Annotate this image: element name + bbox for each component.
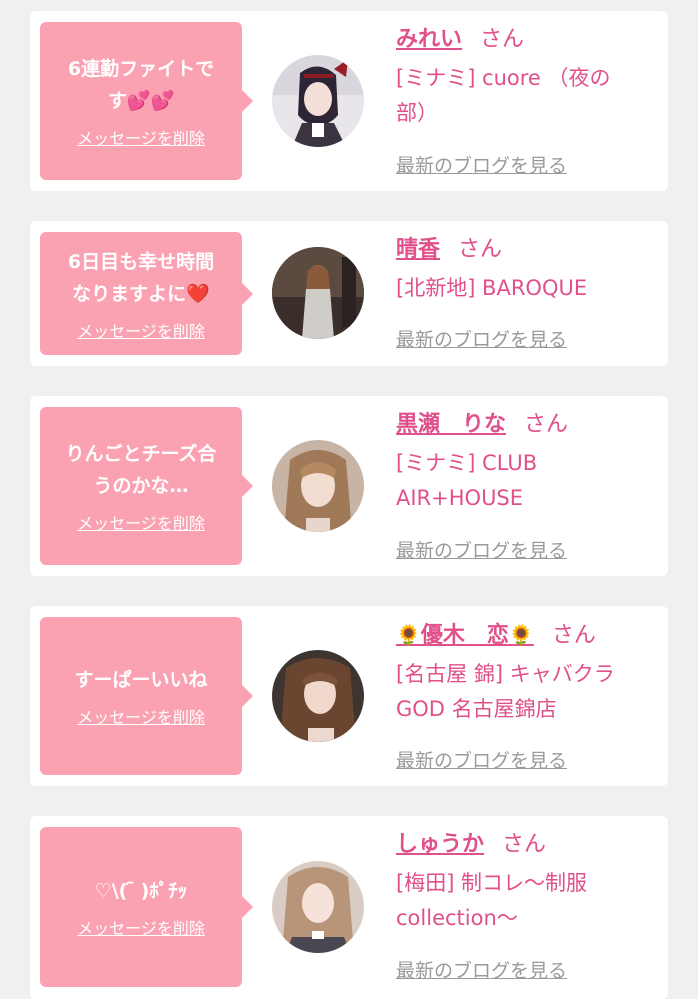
avatar[interactable] [272, 861, 364, 953]
honorific-label: さん [458, 237, 503, 262]
avatar[interactable] [272, 440, 364, 532]
cast-info: みれい さん [ミナミ] cuore （夜の 部） [396, 25, 664, 131]
cast-name-link[interactable]: しゅうか [396, 832, 484, 857]
delete-message-link[interactable]: メッセージを削除 [77, 318, 205, 342]
cast-info: 晴香 さん [北新地] BAROQUE [396, 235, 664, 306]
cast-name-link[interactable]: 🌻優木 恋🌻 [396, 623, 534, 648]
message-text: 6連勤ファイトで す💕💕 [67, 58, 215, 112]
message-bubble: りんごとチーズ合 うのかな… メッセージを削除 [40, 407, 253, 565]
cast-name-link[interactable]: みれい [396, 27, 462, 52]
latest-blog-link[interactable]: 最新のブログを見る [396, 151, 567, 178]
message-card: ♡\( ᷇ )ﾎﾟﾁｯ メッセージを削除 しゅうか さん [梅田] 制コレ〜制服 … [30, 816, 668, 999]
avatar[interactable] [272, 650, 364, 742]
latest-blog-link[interactable]: 最新のブログを見る [396, 536, 567, 563]
cast-name-link[interactable]: 晴香 [396, 237, 440, 262]
message-card: りんごとチーズ合 うのかな… メッセージを削除 黒瀬 りな さん [ミナミ] CL… [30, 396, 668, 576]
cast-name-link[interactable]: 黒瀬 りな [396, 412, 506, 437]
latest-blog-link[interactable]: 最新のブログを見る [396, 325, 567, 352]
cast-info: 黒瀬 りな さん [ミナミ] CLUB AIR+HOUSE [396, 410, 664, 516]
honorific-label: さん [524, 412, 569, 437]
honorific-label: さん [551, 623, 596, 648]
delete-message-link[interactable]: メッセージを削除 [77, 915, 205, 939]
delete-message-link[interactable]: メッセージを削除 [77, 704, 205, 728]
sunflower-icon: 🌻 [396, 623, 421, 647]
sunflower-icon: 🌻 [508, 623, 534, 647]
delete-message-link[interactable]: メッセージを削除 [77, 510, 205, 534]
message-card: すーぱーいいね メッセージを削除 🌻優木 恋🌻 さん [名古屋 錦] キャバクラ … [30, 606, 668, 786]
honorific-label: さん [480, 27, 525, 52]
message-bubble: ♡\( ᷇ )ﾎﾟﾁｯ メッセージを削除 [40, 827, 253, 987]
message-text: ♡\( ᷇ )ﾎﾟﾁｯ [94, 880, 188, 902]
cast-info: しゅうか さん [梅田] 制コレ〜制服 collection〜 [396, 830, 664, 936]
shop-name: [ミナミ] CLUB AIR+HOUSE [396, 451, 538, 510]
shop-name: [ミナミ] cuore （夜の 部） [396, 66, 611, 125]
avatar[interactable] [272, 247, 364, 339]
delete-message-link[interactable]: メッセージを削除 [77, 125, 205, 149]
shop-name: [北新地] BAROQUE [396, 276, 588, 300]
honorific-label: さん [502, 832, 547, 857]
avatar[interactable] [272, 55, 364, 147]
message-card: 6日目も幸せ時間 なりますよに❤️ メッセージを削除 晴香 さん [北新地] BA… [30, 221, 668, 366]
latest-blog-link[interactable]: 最新のブログを見る [396, 746, 567, 773]
shop-name: [名古屋 錦] キャバクラ GOD 名古屋錦店 [396, 662, 615, 721]
message-card: 6連勤ファイトで す💕💕 メッセージを削除 みれい さん [ミナミ] cuore … [30, 11, 668, 191]
shop-name: [梅田] 制コレ〜制服 collection〜 [396, 871, 588, 930]
latest-blog-link[interactable]: 最新のブログを見る [396, 956, 567, 983]
message-text: りんごとチーズ合 うのかな… [65, 443, 217, 497]
message-bubble: すーぱーいいね メッセージを削除 [40, 617, 253, 775]
message-bubble: 6日目も幸せ時間 なりますよに❤️ メッセージを削除 [40, 232, 253, 355]
message-text: 6日目も幸せ時間 なりますよに❤️ [67, 250, 215, 305]
message-bubble: 6連勤ファイトで す💕💕 メッセージを削除 [40, 22, 253, 180]
cast-info: 🌻優木 恋🌻 さん [名古屋 錦] キャバクラ GOD 名古屋錦店 [396, 620, 664, 727]
message-text: すーぱーいいね [74, 669, 208, 691]
